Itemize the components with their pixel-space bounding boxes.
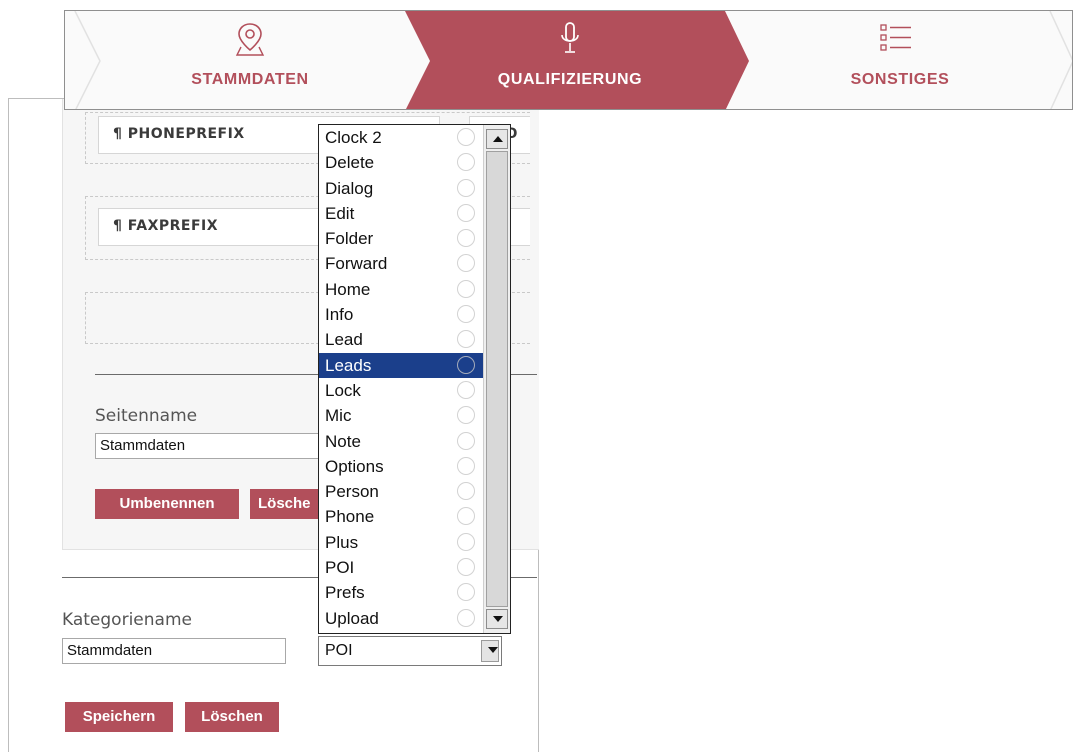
category-name-label: Kategoriename (62, 610, 192, 630)
option-label: Dialog (325, 178, 374, 198)
option-preview-icon (457, 330, 475, 349)
option-label: Options (325, 456, 384, 476)
option-label: Prefs (325, 583, 365, 603)
option-preview-icon (457, 128, 475, 146)
dropdown-option-clock-2[interactable]: Clock 2 (319, 125, 483, 150)
option-label: Phone (325, 507, 375, 527)
step-label: QUALIFIZIERUNG (497, 71, 643, 88)
dropdown-option-upload[interactable]: Upload (319, 606, 483, 631)
step-sonstiges[interactable]: SONSTIGES (755, 11, 1045, 109)
scroll-up-button[interactable] (486, 129, 508, 149)
dropdown-option-leads[interactable]: Leads (319, 352, 483, 378)
option-preview-icon (457, 254, 475, 273)
option-label: Person (325, 482, 379, 502)
dropdown-option-forward[interactable]: Forward (319, 251, 483, 276)
option-preview-icon (457, 380, 475, 399)
arrow-up-icon (493, 136, 503, 142)
option-preview-icon (457, 203, 475, 222)
dropdown-option-prefs[interactable]: Prefs (319, 580, 483, 605)
dropdown-option-note[interactable]: Note (319, 429, 483, 454)
scroll-thumb[interactable] (486, 151, 508, 607)
step-qualifizierung[interactable]: QUALIFIZIERUNG (410, 11, 730, 109)
option-label: Clock 2 (325, 128, 382, 147)
option-preview-icon (457, 178, 475, 197)
chevron-down-icon (488, 647, 498, 653)
option-preview-icon (457, 153, 475, 172)
option-label: Home (325, 279, 371, 299)
option-preview-icon (457, 583, 475, 602)
dropdown-option-plus[interactable]: Plus (319, 530, 483, 555)
dropdown-option-folder[interactable]: Folder (319, 226, 483, 251)
field-label: ¶ FAXPREFIX (113, 218, 219, 234)
rename-button[interactable]: Umbenennen (95, 489, 239, 519)
dropdown-arrow-button[interactable] (481, 640, 499, 662)
option-label: Edit (325, 203, 355, 223)
scroll-down-button[interactable] (486, 609, 508, 629)
option-preview-icon (457, 558, 475, 577)
option-preview-icon (457, 431, 475, 450)
option-preview-icon (457, 532, 475, 551)
list-icon (880, 24, 911, 51)
dropdown-option-edit[interactable]: Edit (319, 201, 483, 226)
option-preview-icon (457, 456, 475, 475)
dropdown-option-person[interactable]: Person (319, 479, 483, 504)
dropdown-option-delete[interactable]: Delete (319, 150, 483, 175)
option-preview-icon (457, 355, 475, 374)
option-label: Note (325, 431, 361, 451)
option-preview-icon (457, 229, 475, 248)
save-button[interactable]: Speichern (65, 702, 173, 732)
option-label: Upload (325, 608, 379, 628)
dropdown-option-mic[interactable]: Mic (319, 403, 483, 428)
dropdown-option-poi[interactable]: POI (319, 555, 483, 580)
arrow-down-icon (493, 616, 503, 622)
wizard-stepper: STAMMDATEN QUALIFIZIERUNG SONSTIGES (64, 10, 1073, 110)
step-label: STAMMDATEN (191, 71, 309, 88)
option-preview-icon (457, 608, 475, 627)
dropdown-option-dialog[interactable]: Dialog (319, 176, 483, 201)
page-name-label: Seitenname (95, 406, 198, 426)
dropdown-options: Clock 2 Delete Dialog Edit Folder Forward Home… (319, 125, 483, 631)
option-label: Delete (325, 153, 375, 173)
category-name-input[interactable]: Stammdaten (62, 638, 286, 664)
option-label: Lead (325, 330, 363, 350)
dropdown-option-phone[interactable]: Phone (319, 504, 483, 529)
icon-select[interactable]: POI (318, 636, 502, 666)
step-divider (1049, 11, 1072, 109)
option-label: Leads (325, 355, 372, 375)
page-name-input[interactable]: Stammdaten (95, 433, 320, 459)
dropdown-option-home[interactable]: Home (319, 277, 483, 302)
step-label: SONSTIGES (850, 71, 950, 88)
option-label: Lock (325, 380, 361, 400)
option-preview-icon (457, 507, 475, 526)
field-label: ¶ PHONEPREFIX (113, 126, 245, 142)
option-label: Mic (325, 406, 352, 426)
dropdown-option-lead[interactable]: Lead (319, 327, 483, 352)
option-preview-icon (457, 406, 475, 425)
dropdown-scrollbar[interactable] (483, 125, 510, 633)
dropdown-option-options[interactable]: Options (319, 454, 483, 479)
option-label: Folder (325, 229, 374, 249)
map-pin-icon (235, 23, 265, 56)
option-label: Plus (325, 532, 359, 552)
option-label: Forward (325, 254, 388, 274)
microphone-icon (561, 22, 579, 53)
delete-page-button[interactable]: Lösche (250, 489, 320, 519)
option-label: POI (325, 558, 355, 578)
option-preview-icon (457, 279, 475, 298)
step-stammdaten[interactable]: STAMMDATEN (95, 11, 405, 109)
delete-category-button[interactable]: Löschen (185, 702, 279, 732)
dropdown-option-lock[interactable]: Lock (319, 378, 483, 403)
dropdown-option-info[interactable]: Info (319, 302, 483, 327)
icon-dropdown-list[interactable]: Clock 2 Delete Dialog Edit Folder Forward Home… (318, 124, 511, 634)
option-preview-icon (457, 305, 475, 324)
option-label: Info (325, 305, 354, 325)
icon-select-value: POI (325, 642, 353, 659)
option-preview-icon (457, 482, 475, 501)
